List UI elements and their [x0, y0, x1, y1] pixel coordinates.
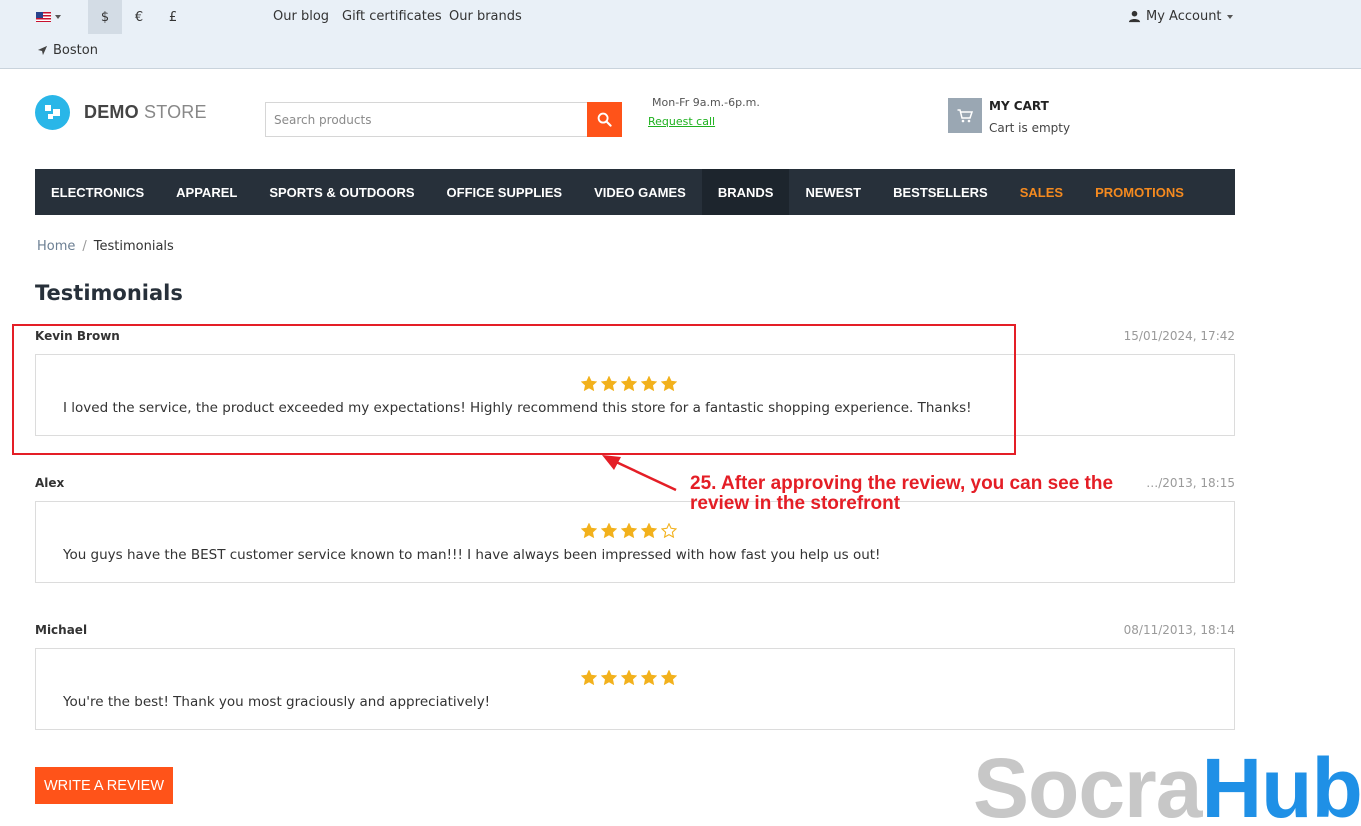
us-flag-icon: [36, 12, 51, 22]
link-our-brands[interactable]: Our brands: [449, 9, 522, 24]
breadcrumb-home[interactable]: Home: [37, 239, 75, 254]
currency-gbp[interactable]: £: [156, 0, 190, 34]
star-filled-icon: [641, 670, 657, 685]
review-message: You're the best! Thank you most gracious…: [63, 694, 491, 710]
my-account-label: My Account: [1146, 9, 1222, 24]
review-body: You're the best! Thank you most gracious…: [35, 648, 1235, 730]
write-review-button[interactable]: WRITE A REVIEW: [35, 767, 173, 804]
review-date: 15/01/2024, 17:42: [1123, 329, 1235, 343]
my-account-menu[interactable]: My Account: [1128, 9, 1233, 24]
star-rating: [581, 670, 677, 685]
language-selector[interactable]: [36, 9, 72, 25]
link-gift-certificates[interactable]: Gift certificates: [342, 9, 442, 24]
star-rating: [581, 523, 677, 538]
location-selector[interactable]: Boston: [37, 43, 98, 58]
star-filled-icon: [581, 523, 597, 538]
search-bar: [265, 102, 622, 137]
nav-sales[interactable]: SALES: [1004, 169, 1079, 215]
watermark-logo: SocraHub: [973, 740, 1361, 826]
currency-eur[interactable]: €: [122, 0, 156, 34]
breadcrumb-current: Testimonials: [93, 239, 174, 254]
search-icon: [597, 112, 612, 127]
page-title: Testimonials: [35, 281, 183, 305]
star-filled-icon: [641, 376, 657, 391]
logo-bold-text: DEMO: [84, 102, 139, 122]
location-label: Boston: [53, 43, 98, 58]
nav-promotions[interactable]: PROMOTIONS: [1079, 169, 1200, 215]
nav-office-supplies[interactable]: OFFICE SUPPLIES: [431, 169, 579, 215]
review-date: 08/11/2013, 18:14: [1123, 623, 1235, 637]
main-navigation: ELECTRONICS APPAREL SPORTS & OUTDOORS OF…: [35, 169, 1235, 215]
cart-icon: [948, 98, 982, 133]
star-filled-icon: [601, 376, 617, 391]
review-author: Alex: [35, 476, 65, 490]
working-hours: Mon-Fr 9a.m.-6p.m.: [652, 96, 760, 109]
star-empty-icon: [661, 523, 677, 538]
nav-video-games[interactable]: VIDEO GAMES: [578, 169, 702, 215]
user-icon: [1128, 10, 1141, 23]
nav-sports-outdoors[interactable]: SPORTS & OUTDOORS: [253, 169, 430, 215]
review-message: You guys have the BEST customer service …: [63, 547, 881, 563]
review-body: I loved the service, the product exceede…: [35, 354, 1235, 436]
star-rating: [581, 376, 677, 391]
nav-bestsellers[interactable]: BESTSELLERS: [877, 169, 1004, 215]
search-input[interactable]: [265, 102, 587, 137]
star-filled-icon: [621, 523, 637, 538]
mini-cart[interactable]: MY CART Cart is empty: [948, 98, 1070, 135]
logo-text: DEMO STORE: [84, 102, 207, 123]
watermark-part-2: Hub: [1201, 741, 1361, 826]
star-filled-icon: [661, 376, 677, 391]
location-arrow-icon: [37, 45, 48, 56]
annotation-line-2: review in the storefront: [690, 493, 901, 514]
cart-title: MY CART: [989, 99, 1049, 113]
nav-brands[interactable]: BRANDS: [701, 169, 790, 215]
nav-electronics[interactable]: ELECTRONICS: [35, 169, 160, 215]
star-filled-icon: [601, 523, 617, 538]
top-bar: $ € £ Our blog Gift certificates Our bra…: [0, 0, 1361, 69]
logo-light-text: STORE: [144, 102, 207, 122]
star-filled-icon: [581, 376, 597, 391]
request-call-link[interactable]: Request call: [648, 115, 715, 128]
chevron-down-icon: [55, 15, 61, 19]
annotation-text: 25. After approving the review, you can …: [690, 474, 1170, 514]
annotation-line-1: 25. After approving the review, you can …: [690, 473, 1114, 494]
star-filled-icon: [601, 670, 617, 685]
nav-apparel[interactable]: APPAREL: [160, 169, 253, 215]
nav-newest[interactable]: NEWEST: [789, 169, 877, 215]
store-logo[interactable]: DEMO STORE: [35, 95, 207, 130]
watermark-part-1: Socra: [973, 741, 1202, 826]
breadcrumb: Home / Testimonials: [37, 239, 174, 254]
breadcrumb-separator: /: [82, 239, 87, 254]
review-author: Michael: [35, 623, 88, 637]
review-author: Kevin Brown: [35, 329, 120, 343]
cart-status: Cart is empty: [989, 121, 1071, 135]
star-filled-icon: [621, 670, 637, 685]
star-filled-icon: [621, 376, 637, 391]
star-filled-icon: [661, 670, 677, 685]
currency-usd[interactable]: $: [88, 0, 122, 34]
link-our-blog[interactable]: Our blog: [273, 9, 329, 24]
search-button[interactable]: [587, 102, 622, 137]
star-filled-icon: [581, 670, 597, 685]
star-filled-icon: [641, 523, 657, 538]
chevron-down-icon: [1226, 14, 1233, 19]
logo-icon: [35, 95, 70, 130]
review-message: I loved the service, the product exceede…: [63, 400, 972, 416]
